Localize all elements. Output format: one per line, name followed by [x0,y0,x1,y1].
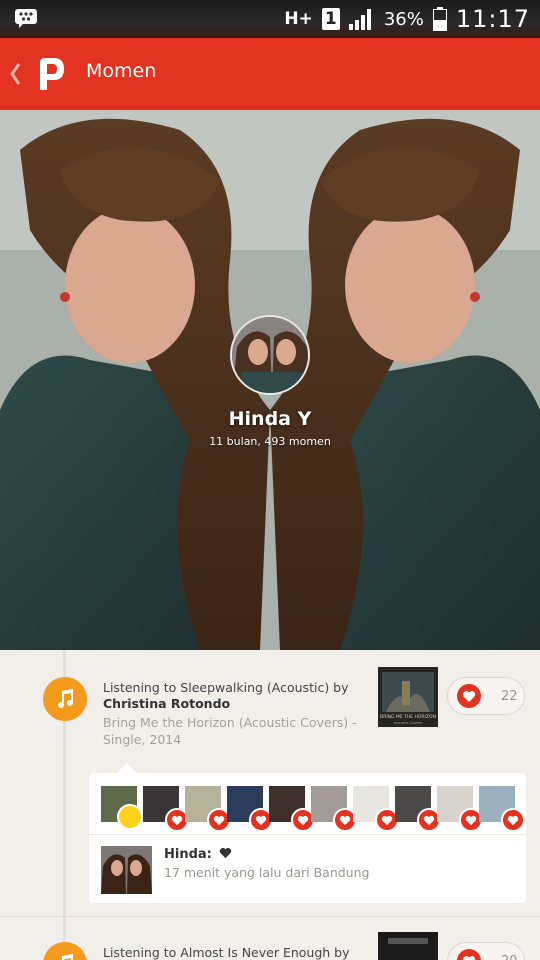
battery-percent: 36% [383,8,424,30]
love-button[interactable]: 22 [447,677,525,715]
clock: 11:17 [455,5,530,33]
lover-avatar[interactable] [101,786,143,830]
bbm-notification-icon [15,9,37,28]
heart-icon [457,949,481,960]
lover-avatar[interactable] [437,786,483,832]
lover-avatar[interactable] [185,786,231,832]
signal-icon [348,9,371,30]
comment-meta: 17 menit yang lalu dari Bandung [164,865,370,880]
lovers-row [101,786,525,832]
album-art-title: BRING ME THE HORIZON [380,714,436,720]
moment-title[interactable]: Listening to Almost Is Never Enough by [103,945,363,960]
love-count: 20 [501,954,518,960]
profile-stats: 11 bulan, 493 momen [209,435,331,448]
album-art-subtitle: Acoustic Covers [394,721,422,725]
battery-icon [432,7,447,31]
page-title: Momen [86,60,157,82]
profile-avatar[interactable] [230,315,310,395]
back-chevron-icon[interactable] [8,60,22,88]
moment-title[interactable]: Listening to Sleepwalking (Acoustic) by … [103,680,363,712]
heart-icon [457,684,481,708]
love-button[interactable]: 20 [447,942,525,960]
comment-author: Hinda: [164,847,232,862]
album-art[interactable]: BRING ME THE HORIZON Acoustic Covers [378,667,438,727]
moment-album: Bring Me the Horizon (Acoustic Covers) -… [103,715,357,747]
surprised-emoji-icon [117,804,143,830]
comment-avatar[interactable] [101,846,152,894]
status-bar: H+ 1 36% 11:17 [0,0,540,38]
lover-avatar[interactable] [479,786,525,832]
lover-avatar[interactable] [143,786,189,832]
cover-photo: Hinda Y 11 bulan, 493 momen [0,110,540,650]
sim-indicator: 1 [321,8,340,30]
lover-avatar[interactable] [269,786,315,832]
heart-icon [501,808,525,832]
album-art[interactable] [378,932,438,960]
profile-name: Hinda Y [228,408,312,430]
lover-avatar[interactable] [395,786,441,832]
moment-card: Hinda: 17 menit yang lalu dari Bandung [89,773,526,903]
card-divider [89,834,526,835]
comment-author-name: Hinda: [164,847,212,862]
path-logo-icon[interactable] [30,54,70,94]
app-bar: Momen [0,38,540,110]
lover-avatar[interactable] [311,786,357,832]
moment-title-prefix: Listening to Sleepwalking (Acoustic) by [103,680,349,695]
love-count: 22 [501,688,518,704]
moment-artist: Christina Rotondo [103,696,231,711]
lover-avatar[interactable] [227,786,273,832]
heart-icon [220,848,232,859]
network-type: H+ [284,9,313,29]
moment-separator [0,916,540,917]
lover-avatar[interactable] [353,786,399,832]
music-note-icon [43,677,87,721]
music-note-icon [43,942,87,960]
